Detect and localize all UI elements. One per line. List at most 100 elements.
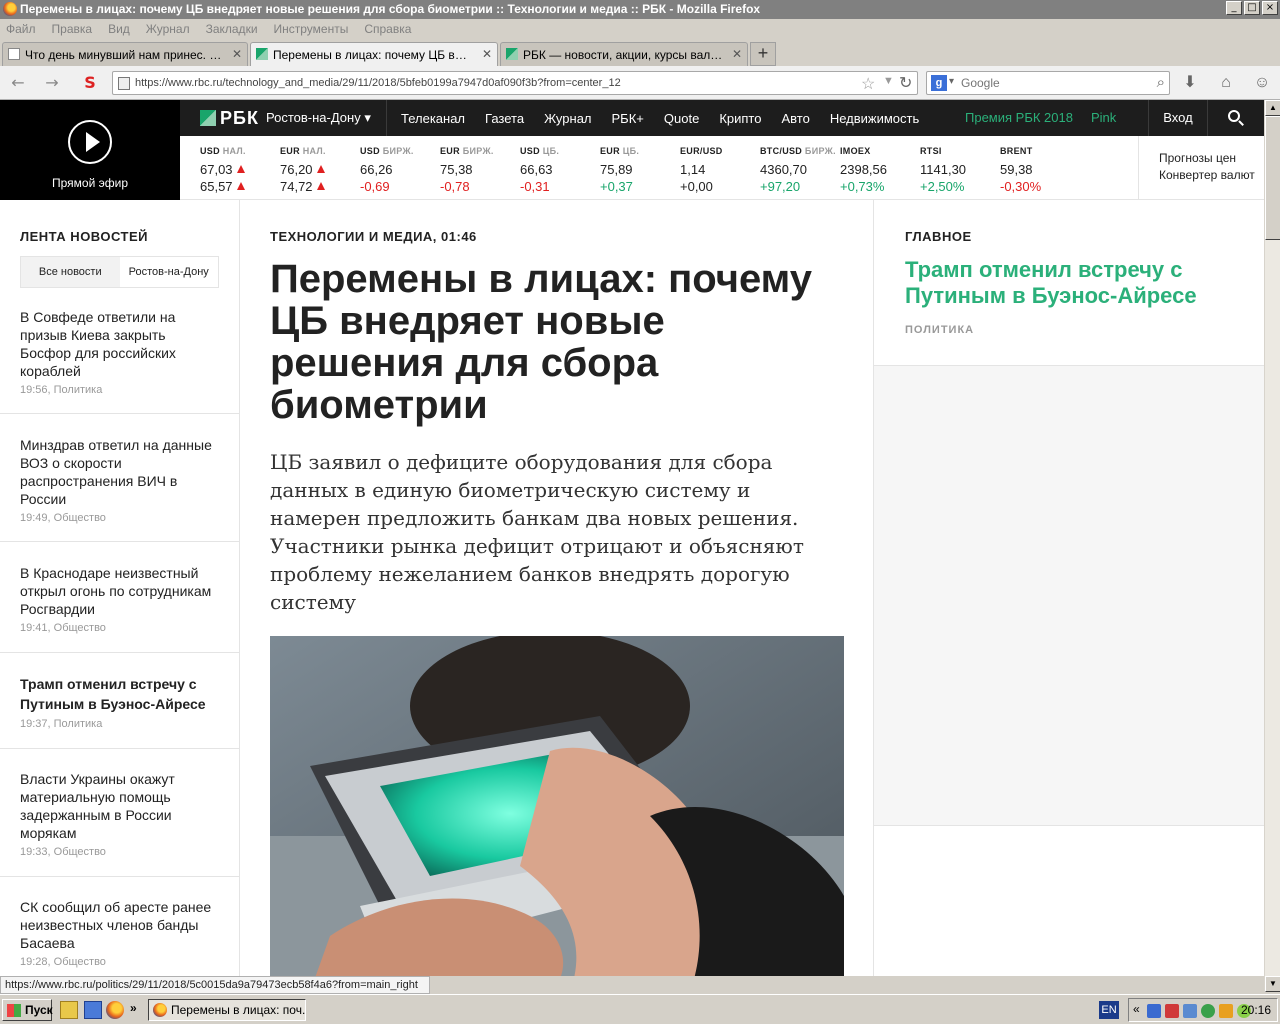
messenger-icon[interactable] <box>1201 1004 1215 1018</box>
feed-item-title[interactable]: СК сообщил об аресте ранее неизвестных ч… <box>20 898 220 952</box>
site-search-icon[interactable] <box>1226 108 1246 128</box>
nav-rbc-plus[interactable]: РБК+ <box>612 111 644 126</box>
pink-link[interactable]: Pink <box>1091 110 1116 125</box>
engine-dropdown-icon[interactable]: ▾ <box>949 76 954 87</box>
tray-expand-icon[interactable]: « <box>1133 1002 1140 1016</box>
ticker-imoex[interactable]: IMOEX 2398,56 +0,73% <box>840 146 887 194</box>
menu-edit[interactable]: Правка <box>52 22 93 36</box>
ticker-eur-cash[interactable]: EUR НАЛ. 76,20 74,72 <box>280 146 326 194</box>
ticker-eur-cb[interactable]: EUR ЦБ. 75,89 +0,37 <box>600 146 639 194</box>
city-selector[interactable]: Ростов-на-Дону ▾ <box>266 110 371 126</box>
nav-tv[interactable]: Телеканал <box>401 111 465 126</box>
page-info-icon[interactable] <box>118 77 130 90</box>
clock[interactable]: 20:16 <box>1241 1003 1271 1017</box>
main-news-category[interactable]: ПОЛИТИКА <box>905 324 974 336</box>
close-tab-icon[interactable]: ✕ <box>232 47 242 61</box>
feed-item-title[interactable]: В Краснодаре неизвестный открыл огонь по… <box>20 564 220 618</box>
list-item[interactable]: В Краснодаре неизвестный открыл огонь по… <box>0 564 240 653</box>
nav-quote[interactable]: Quote <box>664 111 699 126</box>
feed-item-title[interactable]: Трамп отменил встречу с Путиным в Буэнос… <box>20 674 220 714</box>
home-icon[interactable]: ⌂ <box>1216 73 1236 93</box>
tab-all-news[interactable]: Все новости <box>21 257 120 287</box>
forward-arrow-icon[interactable]: → <box>42 73 62 93</box>
more-icon[interactable]: » <box>130 1001 148 1019</box>
nav-crypto[interactable]: Крипто <box>719 111 761 126</box>
search-input[interactable] <box>961 74 1141 92</box>
close-button[interactable]: × <box>1262 1 1278 15</box>
article-category[interactable]: ТЕХНОЛОГИИ И МЕДИА, 01:46 <box>270 229 477 244</box>
ticker-usd-cash[interactable]: USD НАЛ. 67,03 65,57 <box>200 146 246 194</box>
menu-history[interactable]: Журнал <box>146 22 190 36</box>
list-item[interactable]: Минздрав ответил на данные ВОЗ о скорост… <box>0 436 240 542</box>
minimize-button[interactable]: _ <box>1226 1 1242 15</box>
live-stream-block[interactable]: Прямой эфир <box>0 100 180 200</box>
nav-newspaper[interactable]: Газета <box>485 111 524 126</box>
url-bar[interactable]: ☆ ▼ ↻ <box>112 71 918 95</box>
login-button[interactable]: Вход <box>1148 100 1208 136</box>
folder-icon[interactable] <box>60 1001 78 1019</box>
scroll-down-icon[interactable]: ▼ <box>1265 976 1280 992</box>
scroll-up-icon[interactable]: ▲ <box>1265 100 1280 116</box>
live-label[interactable]: Прямой эфир <box>0 176 180 190</box>
menu-tools[interactable]: Инструменты <box>274 22 349 36</box>
close-tab-icon[interactable]: ✕ <box>482 47 492 61</box>
security-icon[interactable] <box>1165 1004 1179 1018</box>
ticker-btc-usd[interactable]: BTC/USD БИРЖ. 4360,70 +97,20 <box>760 146 836 194</box>
list-item[interactable]: СК сообщил об аресте ранее неизвестных ч… <box>0 898 240 976</box>
back-arrow-icon[interactable]: ← <box>8 73 28 93</box>
network-icon[interactable] <box>1147 1004 1161 1018</box>
main-news-title[interactable]: Трамп отменил встречу с Путиным в Буэнос… <box>905 257 1245 309</box>
search-bar[interactable]: g ▾ ⌕ <box>926 71 1170 95</box>
ticker-eur-usd[interactable]: EUR/USD 1,14 +0,00 <box>680 146 723 194</box>
bookmark-star-icon[interactable]: ☆ <box>861 74 875 94</box>
url-input[interactable] <box>135 74 855 92</box>
ticker-eur-exchange[interactable]: EUR БИРЖ. 75,38 -0,78 <box>440 146 494 194</box>
google-engine-icon[interactable]: g <box>931 75 947 91</box>
warning-icon[interactable] <box>1219 1004 1233 1018</box>
new-tab-button[interactable]: + <box>750 42 776 66</box>
scroll-thumb[interactable] <box>1265 116 1280 240</box>
tab-label: Что день минувший нам принес. Аргум... <box>25 48 225 62</box>
menu-bookmarks[interactable]: Закладки <box>206 22 258 36</box>
nav-auto[interactable]: Авто <box>781 111 809 126</box>
feed-item-title[interactable]: Минздрав ответил на данные ВОЗ о скорост… <box>20 436 220 508</box>
reload-icon[interactable]: ↻ <box>899 73 912 93</box>
url-dropdown-icon[interactable]: ▼ <box>883 75 894 87</box>
ticker-rtsi[interactable]: RTSI 1141,30 +2,50% <box>920 146 966 194</box>
nav-magazine[interactable]: Журнал <box>544 111 591 126</box>
start-button[interactable]: Пуск <box>2 999 53 1021</box>
tab-rbc-home[interactable]: РБК — новости, акции, курсы валют, ... ✕ <box>500 42 748 66</box>
desktop-icon[interactable] <box>84 1001 102 1019</box>
premium-link[interactable]: Премия РБК 2018 <box>965 110 1073 125</box>
smiley-addon-icon[interactable]: ☺ <box>1252 73 1272 93</box>
price-forecast-link[interactable]: Прогнозы цен <box>1159 151 1264 165</box>
nav-realty[interactable]: Недвижимость <box>830 111 919 126</box>
ticker-label: EUR ЦБ. <box>600 146 640 156</box>
feed-item-title[interactable]: В Совфеде ответили на призыв Киева закры… <box>20 308 220 380</box>
tab-rbc-article[interactable]: Перемены в лицах: почему ЦБ внедря... ✕ <box>250 42 498 67</box>
addon-icon[interactable]: S <box>80 73 100 93</box>
menu-view[interactable]: Вид <box>108 22 130 36</box>
firefox-icon[interactable] <box>106 1001 124 1019</box>
ticker-brent[interactable]: BRENT 59,38 -0,30% <box>1000 146 1041 194</box>
list-item[interactable]: В Совфеде ответили на призыв Киева закры… <box>0 308 240 414</box>
taskbar-firefox-window[interactable]: Перемены в лицах: поч... <box>148 999 306 1021</box>
menu-file[interactable]: Файл <box>6 22 36 36</box>
language-indicator[interactable]: EN <box>1099 1001 1119 1019</box>
currency-converter-link[interactable]: Конвертер валют <box>1159 168 1264 182</box>
tab-argumenty[interactable]: Что день минувший нам принес. Аргум... ✕ <box>2 42 248 66</box>
ticker-usd-exchange[interactable]: USD БИРЖ. 66,26 -0,69 <box>360 146 414 194</box>
page-scrollbar[interactable]: ▲ ▼ <box>1264 100 1280 992</box>
menu-help[interactable]: Справка <box>364 22 411 36</box>
maximize-button[interactable]: □ <box>1244 1 1260 15</box>
fingerprint-scanner-photo <box>270 636 844 976</box>
ticker-usd-cb[interactable]: USD ЦБ. 66,63 -0,31 <box>520 146 559 194</box>
feed-item-title[interactable]: Власти Украины окажут материальную помощ… <box>20 770 220 842</box>
close-tab-icon[interactable]: ✕ <box>732 47 742 61</box>
search-icon[interactable]: ⌕ <box>1157 74 1165 91</box>
downloads-icon[interactable]: ⬇ <box>1180 73 1200 93</box>
volume-icon[interactable] <box>1183 1004 1197 1018</box>
list-item[interactable]: Власти Украины окажут материальную помощ… <box>0 770 240 877</box>
list-item[interactable]: Трамп отменил встречу с Путиным в Буэнос… <box>0 674 240 749</box>
tab-regional-news[interactable]: Ростов-на-Дону <box>120 257 219 287</box>
